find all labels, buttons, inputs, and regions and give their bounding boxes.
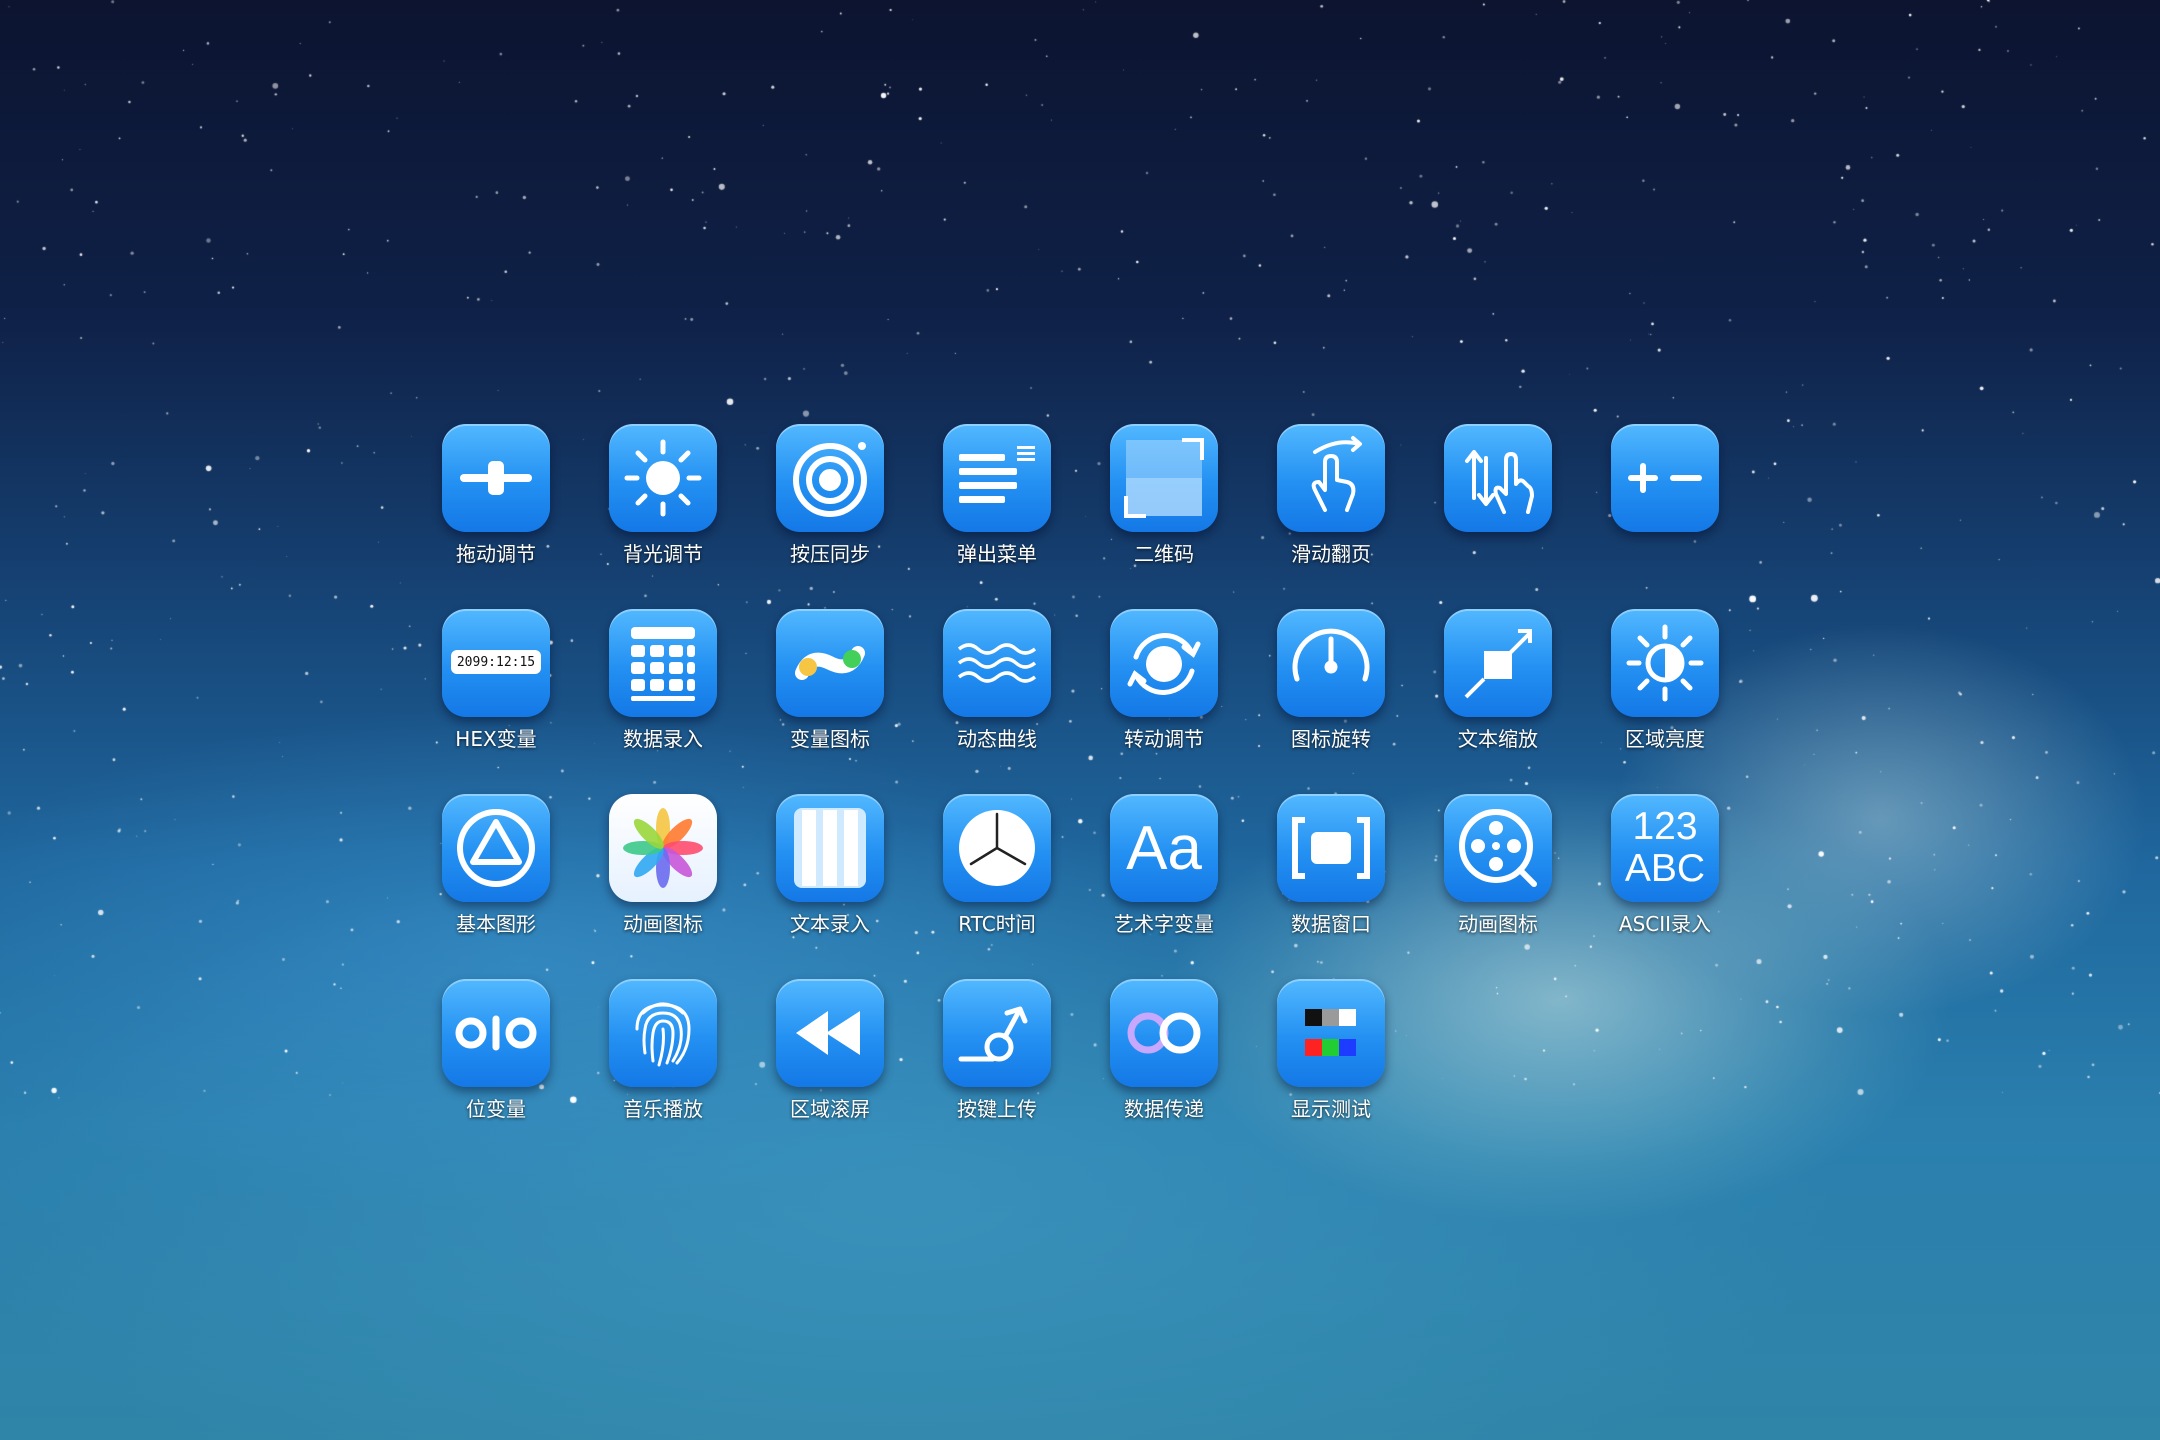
app-music-play[interactable]: 音乐播放 [609,979,717,1122]
app-label: 按压同步 [790,542,870,566]
app-key-upload[interactable]: 按键上传 [943,979,1051,1122]
scroll-hand-icon [1444,424,1552,532]
text-columns-icon [776,794,884,902]
app-display-test[interactable]: 显示测试 [1277,979,1385,1122]
app-label: 艺术字变量 [1114,912,1214,936]
app-scroll-hand[interactable] [1444,424,1552,567]
app-area-brightness[interactable]: 区域亮度 [1611,609,1719,752]
app-label: 动态曲线 [957,727,1037,751]
font-aa-glyph: Aa [1126,813,1202,883]
app-label: ASCII录入 [1618,912,1712,936]
app-label: 区域亮度 [1625,727,1705,751]
font-aa-icon: Aa [1110,794,1218,902]
app-label: 数据窗口 [1291,912,1371,936]
clock-icon [943,794,1051,902]
window-brackets-icon [1277,794,1385,902]
app-animation-icon-2[interactable]: 动画图标 [1444,794,1552,937]
app-basic-shapes[interactable]: 基本图形 [442,794,550,937]
app-label: 音乐播放 [623,1097,703,1121]
menu-list-icon [943,424,1051,532]
app-label: 数据录入 [623,727,703,751]
ascii-line-letters: ABC [1624,847,1706,890]
gauge-icon [1277,609,1385,717]
app-data-window[interactable]: 数据窗口 [1277,794,1385,937]
app-label: 二维码 [1134,542,1194,566]
app-area-scroll[interactable]: 区域滚屏 [776,979,884,1122]
slider-icon [442,424,550,532]
app-label: 动画图标 [1458,912,1538,936]
app-label: 显示测试 [1291,1097,1371,1121]
app-label: 弹出菜单 [957,542,1037,566]
infinity-icon [1110,979,1218,1087]
press-upload-icon [943,979,1051,1087]
app-swipe-page[interactable]: 滑动翻页 [1277,424,1385,567]
app-plus-minus[interactable] [1611,424,1719,567]
hex-display-text: 2099:12:15 [451,650,541,674]
fingerprint-icon [609,979,717,1087]
film-reel-icon [1444,794,1552,902]
app-label: 文本录入 [790,912,870,936]
app-text-scale[interactable]: 文本缩放 [1444,609,1552,752]
app-hex-variable[interactable]: 2099:12:15 HEX变量 [442,609,550,752]
app-label: 图标旋转 [1291,727,1371,751]
triangle-circle-icon [442,794,550,902]
app-popup-menu[interactable]: 弹出菜单 [943,424,1051,567]
toggle-dots-icon [776,609,884,717]
half-sun-icon [1611,609,1719,717]
app-label: 滑动翻页 [1291,542,1371,566]
app-label: 按键上传 [957,1097,1037,1121]
app-label: 背光调节 [623,542,703,566]
app-text-entry[interactable]: 文本录入 [776,794,884,937]
app-label: 拖动调节 [456,542,536,566]
app-label: 变量图标 [790,727,870,751]
app-data-entry[interactable]: 数据录入 [609,609,717,752]
plus-minus-icon [1611,424,1719,532]
app-ascii-entry[interactable]: 123 ABC ASCII录入 [1611,794,1719,937]
app-data-transfer[interactable]: 数据传递 [1110,979,1218,1122]
app-grid: 拖动调节 背光调节 按压同步 弹出菜单 二维码 滑动翻页 2099:12:15 … [442,424,1719,1122]
app-label: 文本缩放 [1458,727,1538,751]
hex-clock-icon: 2099:12:15 [442,609,550,717]
app-label: 基本图形 [456,912,536,936]
ascii-icon: 123 ABC [1611,794,1719,902]
app-qr-code[interactable]: 二维码 [1110,424,1218,567]
ascii-line-numbers: 123 [1632,805,1698,848]
pinwheel-icon [609,794,717,902]
app-variable-icon[interactable]: 变量图标 [776,609,884,752]
waves-icon [943,609,1051,717]
sun-icon [609,424,717,532]
keypad-icon [609,609,717,717]
app-rtc-time[interactable]: RTC时间 [943,794,1051,937]
app-dynamic-curve[interactable]: 动态曲线 [943,609,1051,752]
color-test-icon [1277,979,1385,1087]
app-bit-variable[interactable]: 位变量 [442,979,550,1122]
app-rotate-adjust[interactable]: 转动调节 [1110,609,1218,752]
app-icon-rotate[interactable]: 图标旋转 [1277,609,1385,752]
swipe-hand-icon [1277,424,1385,532]
app-backlight[interactable]: 背光调节 [609,424,717,567]
qr-frame-icon [1110,424,1218,532]
app-label: RTC时间 [958,912,1036,936]
app-label: 区域滚屏 [790,1097,870,1121]
app-drag-adjust[interactable]: 拖动调节 [442,424,550,567]
rotate-knob-icon [1110,609,1218,717]
app-animation-icon[interactable]: 动画图标 [609,794,717,937]
app-label: 动画图标 [623,912,703,936]
app-label: 数据传递 [1124,1097,1204,1121]
resize-arrow-icon [1444,609,1552,717]
app-press-sync[interactable]: 按压同步 [776,424,884,567]
rewind-icon [776,979,884,1087]
bit-toggle-icon [442,979,550,1087]
target-rings-icon [776,424,884,532]
app-label: HEX变量 [455,727,537,751]
app-label: 位变量 [466,1097,526,1121]
app-art-font-variable[interactable]: Aa 艺术字变量 [1110,794,1218,937]
app-label: 转动调节 [1124,727,1204,751]
